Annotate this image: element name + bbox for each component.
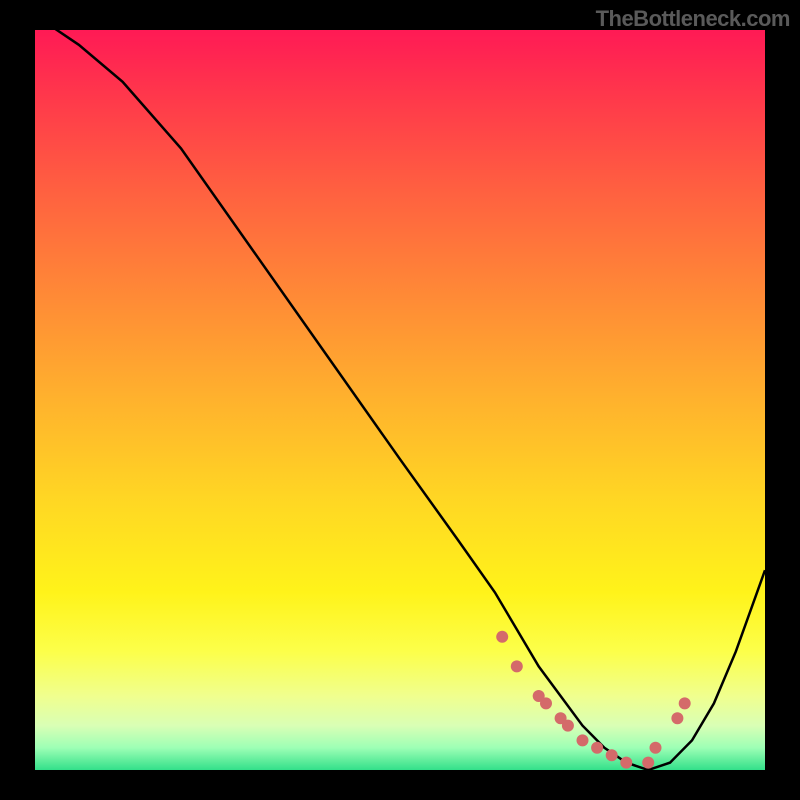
valley-dot [577, 734, 589, 746]
valley-dot [679, 697, 691, 709]
valley-dot [671, 712, 683, 724]
valley-dot [606, 749, 618, 761]
bottleneck-curve-line [35, 30, 765, 770]
chart-container: TheBottleneck.com [0, 0, 800, 800]
curve-overlay [35, 30, 765, 770]
valley-dot [650, 742, 662, 754]
valley-dot [496, 631, 508, 643]
valley-dot [562, 720, 574, 732]
valley-dot [620, 757, 632, 769]
valley-dot [642, 757, 654, 769]
valley-dot [511, 660, 523, 672]
valley-dot [540, 697, 552, 709]
valley-dot [591, 742, 603, 754]
watermark-text: TheBottleneck.com [596, 6, 790, 32]
valley-dot-group [496, 631, 691, 769]
plot-area [35, 30, 765, 770]
